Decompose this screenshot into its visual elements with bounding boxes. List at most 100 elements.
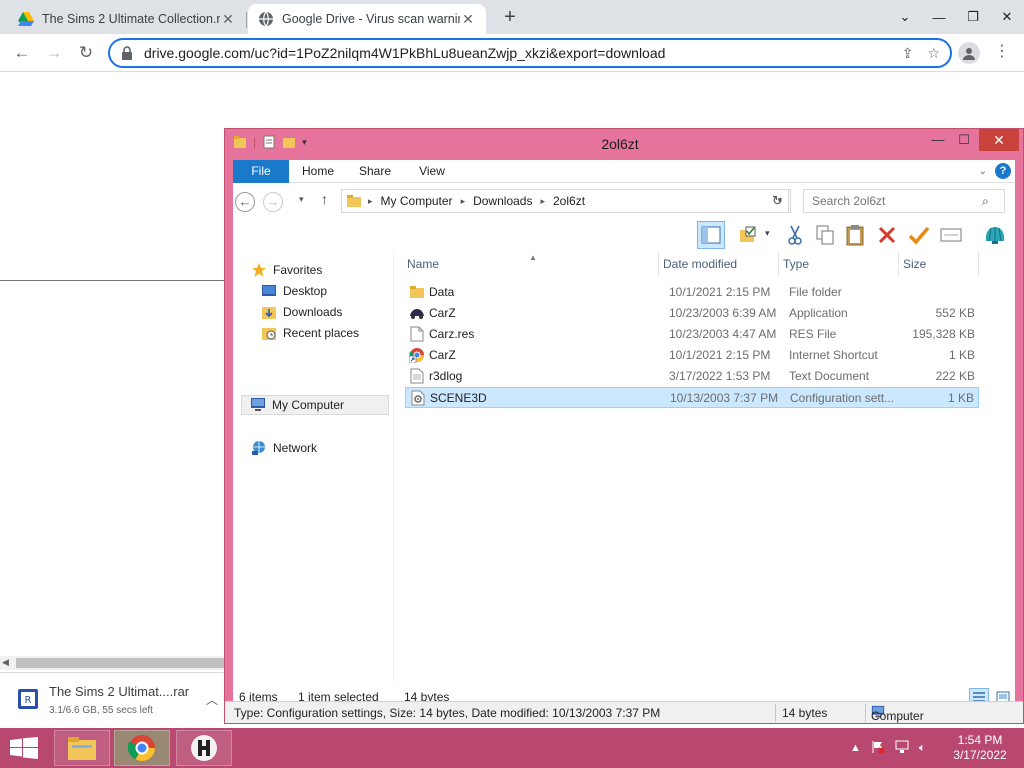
copy-button[interactable] [811,221,839,249]
rar-archive-icon: R [18,689,38,709]
taskbar-chrome[interactable] [114,730,170,766]
tab-home[interactable]: Home [293,160,343,183]
file-row-scene3d[interactable]: SCENE3D 10/13/2003 7:37 PM Configuration… [405,387,979,408]
minimize-button[interactable]: — [922,10,956,25]
chevron-up-icon[interactable]: ︿ [206,691,218,708]
nav-network[interactable]: Network [251,438,317,458]
clipboard-icon [846,225,864,246]
search-box[interactable]: ⌕ [803,189,1005,213]
scroll-left-icon[interactable]: ◀ [2,657,9,668]
google-drive-icon [18,11,34,27]
browser-toolbar: ← → ↻ drive.google.com/uc?id=1PoZ2nilqm4… [0,34,1024,72]
help-icon[interactable]: ? [995,163,1011,179]
network-tray-icon[interactable] [895,740,909,757]
tab-separator [246,12,247,28]
nav-my-computer[interactable]: My Computer [241,395,389,415]
volume-icon[interactable]: 🔈︎ [919,742,926,755]
back-button[interactable]: ← [10,41,34,65]
pane-divider[interactable] [393,252,394,682]
action-center-flag-icon[interactable] [871,740,885,757]
shell-button[interactable] [981,221,1009,249]
details-divider [775,704,776,722]
profile-avatar[interactable] [958,42,980,64]
column-header-size[interactable]: Size [899,252,979,276]
taskbar-clock[interactable]: 1:54 PM 3/17/2022 [950,733,1010,763]
rename-button[interactable] [905,221,933,249]
nav-downloads[interactable]: Downloads [261,302,342,322]
explorer-address-bar[interactable]: ▸ My Computer ▸ Downloads ▸ 2ol6zt ▾ [341,189,789,213]
folder-icon [409,284,425,300]
file-type: Internet Shortcut [789,348,878,362]
windows-start-icon[interactable] [10,737,38,759]
taskbar-file-explorer[interactable] [54,730,110,766]
breadcrumb-separator[interactable]: ▸ [461,196,466,207]
download-filename[interactable]: The Sims 2 Ultimat....rar [49,684,189,699]
search-icon[interactable]: ⌕ [982,194,989,209]
recent-locations-dropdown[interactable]: ▾ [299,194,304,205]
chrome-shortcut-icon [409,347,425,363]
column-header-date[interactable]: Date modified [659,252,779,276]
refresh-button[interactable]: ↻ [765,189,791,213]
breadcrumb-downloads[interactable]: Downloads [473,194,532,208]
address-bar[interactable]: drive.google.com/uc?id=1PoZ2nilqm4W1PkBh… [108,38,952,68]
pane-layout-icon [701,226,721,244]
reload-button[interactable]: ↻ [74,41,98,65]
new-tab-button[interactable]: + [498,6,522,30]
cut-button[interactable] [781,221,809,249]
breadcrumb-2ol6zt[interactable]: 2ol6zt [553,194,585,208]
file-row-r3dlog[interactable]: r3dlog 3/17/2022 1:53 PM Text Document 2… [405,366,979,387]
delete-button[interactable] [873,221,901,249]
breadcrumb-my-computer[interactable]: My Computer [381,194,453,208]
tab-file[interactable]: File [233,160,289,183]
back-button[interactable]: ← [235,192,255,212]
rename-box-icon [940,228,962,242]
nav-favorites[interactable]: Favorites [251,260,322,280]
tab-sims-download[interactable]: The Sims 2 Ultimate Collection.rar ✕ [8,4,246,34]
chevron-down-icon[interactable]: ⌄ [888,9,922,25]
bookmark-star-icon[interactable]: ☆ [927,45,940,62]
tab-virus-scan-warning[interactable]: Google Drive - Virus scan warning ✕ [248,4,486,34]
address-row: ← → ▾ ↑ ▸ My Computer ▸ Downloads ▸ 2ol6… [233,184,1015,218]
application-icon [409,305,425,321]
file-row-data[interactable]: Data 10/1/2021 2:15 PM File folder [405,282,979,303]
close-button[interactable]: ✕ [979,129,1019,151]
minimize-button[interactable]: — [925,129,951,151]
restore-button[interactable]: ❐ [956,9,990,25]
dropdown-icon[interactable]: ▾ [765,228,770,239]
column-header-type[interactable]: Type [779,252,899,276]
search-input[interactable] [812,194,982,208]
nav-desktop[interactable]: Desktop [261,281,327,301]
preview-pane-button[interactable] [697,221,725,249]
breadcrumb-separator[interactable]: ▸ [540,196,545,207]
breadcrumb-separator[interactable]: ▸ [368,196,373,207]
forward-button[interactable]: → [42,41,66,65]
up-arrow-icon[interactable]: ↑ [321,191,328,207]
forward-button[interactable]: → [263,192,283,212]
column-header-name[interactable]: Name ▲ [403,252,659,276]
maximize-button[interactable]: ☐ [951,129,977,151]
browser-menu-button[interactable]: ⋮ [994,41,1010,65]
taskbar-app[interactable] [176,730,232,766]
horizontal-scrollbar[interactable]: ◀ [0,656,224,670]
show-hidden-icons-icon[interactable]: ▲ [850,742,861,754]
share-icon[interactable]: ⇪ [902,45,914,62]
close-icon[interactable]: ✕ [460,11,476,27]
close-icon[interactable]: ✕ [220,11,236,27]
file-row-carz-shortcut[interactable]: CarZ 10/1/2021 2:15 PM Internet Shortcut… [405,345,979,366]
file-name: SCENE3D [430,391,487,405]
expand-ribbon-icon[interactable]: ⌄ [979,166,987,177]
check-folder-button[interactable] [735,221,763,249]
scrollbar-thumb[interactable] [16,658,224,668]
file-row-carz-res[interactable]: Carz.res 10/23/2003 4:47 AM RES File 195… [405,324,979,345]
file-row-carz-app[interactable]: CarZ 10/23/2003 6:39 AM Application 552 … [405,303,979,324]
file-name: Data [429,285,455,299]
explorer-titlebar[interactable]: | ▾ 2ol6zt — ☐ ✕ [225,129,1023,159]
file-name: CarZ [429,306,456,320]
paste-button[interactable] [841,221,869,249]
close-window-button[interactable]: ✕ [990,9,1024,25]
tab-share[interactable]: Share [347,160,403,183]
tab-view[interactable]: View [407,160,457,183]
file-type: Application [789,306,848,320]
properties-button[interactable] [937,221,965,249]
nav-recent-places[interactable]: Recent places [261,323,359,343]
